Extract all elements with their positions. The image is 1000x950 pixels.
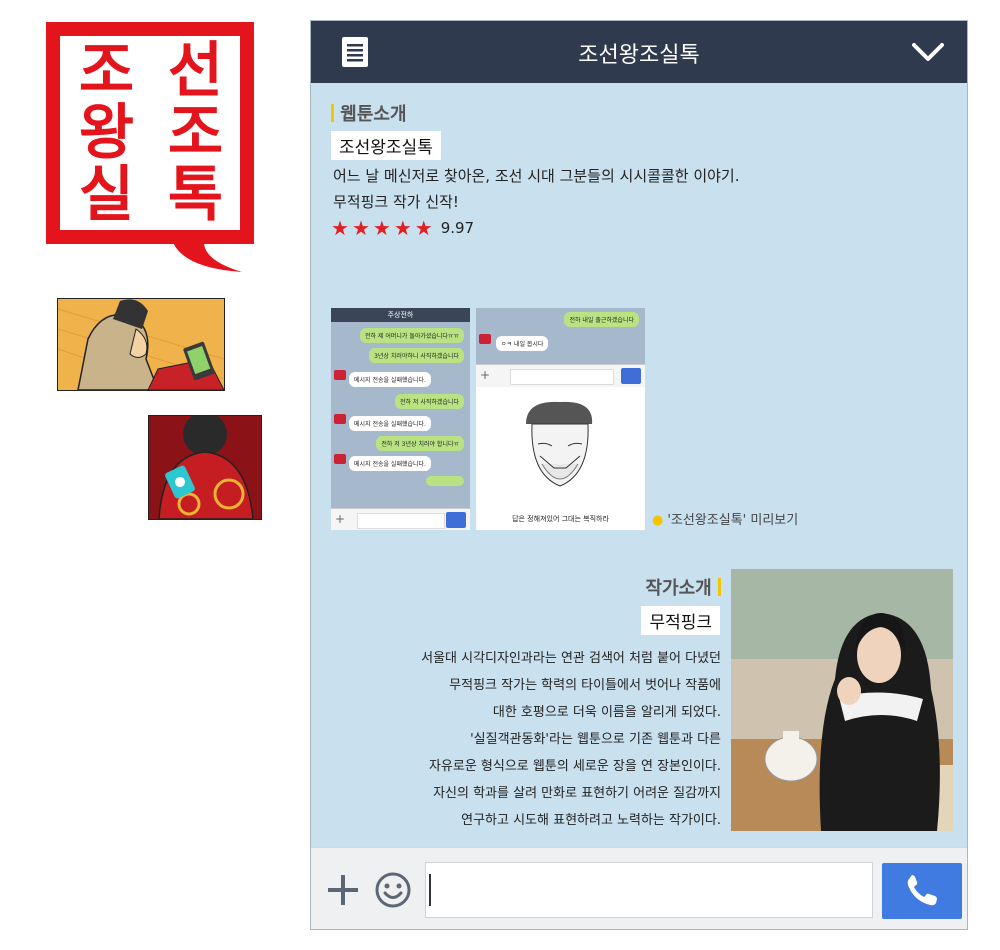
chat-bubble: 전하 저 사직하겠습니다	[394, 394, 464, 409]
chat-bubble: 메시지 전송을 실패했습니다.	[349, 372, 431, 387]
phone-icon	[907, 875, 937, 906]
comic-thumbnail-king-phone	[57, 298, 225, 391]
plus-icon: +	[335, 512, 346, 526]
logo-char: 조	[78, 36, 135, 106]
preview-input-bar: +	[331, 508, 470, 530]
chat-bubble: 메시지 전송을 실패했습니다.	[349, 456, 431, 471]
webtoon-description: 어느 날 메신저로 찾아온, 조선 시대 그분들의 시시콜콜한 이야기. 무적핑…	[333, 163, 739, 215]
description-line: 무적핑크 작가 신작!	[333, 193, 459, 211]
logo-char: 왕	[78, 98, 135, 168]
emoji-button[interactable]	[375, 872, 411, 908]
preview-header: 주상전하	[331, 308, 470, 322]
message-input-bar	[311, 847, 967, 929]
message-input[interactable]	[425, 862, 873, 918]
attach-button[interactable]	[325, 872, 361, 908]
accent-bar	[331, 104, 334, 122]
chat-bubble-empty	[426, 476, 464, 486]
webtoon-name-chip: 조선왕조실톡	[331, 131, 441, 160]
avatar	[334, 454, 346, 464]
star-icon: ★	[372, 216, 391, 240]
logo-char: 조	[167, 98, 224, 168]
chat-bubble: 3년상 치러야하니 사직하겠습니다	[369, 348, 464, 363]
chat-bubble: 메시지 전송을 실패했습니다.	[349, 416, 431, 431]
star-icon: ★	[351, 216, 370, 240]
rating-score: 9.97	[440, 219, 475, 237]
star-icon: ★	[393, 216, 412, 240]
author-bio: 서울대 시각디자인과라는 연관 검색어 처럼 붙어 다녔던 무적핑크 작가는 학…	[371, 645, 721, 834]
preview-caption: ● '조선왕조실톡' 미리보기	[652, 509, 798, 528]
bio-line: 대한 호평으로 더욱 이름을 알리게 되었다.	[492, 705, 721, 720]
chat-panel: 조선왕조실톡 웹툰소개 조선왕조실톡 어느 날 메신저로 찾아온, 조선 시대 …	[310, 20, 968, 930]
comic-illustration	[58, 299, 224, 390]
bio-line: 자유로운 형식으로 웹툰의 세로운 장을 연 장본인이다.	[428, 759, 721, 774]
star-icon: ★	[331, 216, 349, 240]
logo-stamp: 조 선 왕 조 실 톡	[46, 22, 254, 274]
bio-line: '실질객관동화'라는 웹툰으로 기존 웹툰과 다른	[470, 732, 721, 747]
preview-input-field	[510, 369, 614, 385]
bio-line: 서울대 시각디자인과라는 연관 검색어 처럼 붙어 다녔던	[421, 651, 721, 666]
smiley-icon	[375, 872, 411, 908]
collapse-button[interactable]	[911, 37, 945, 67]
chat-bubble: 전하 내일 출근하겠습니다	[564, 312, 639, 327]
author-photo	[731, 569, 953, 831]
bio-line: 자신의 학과를 살려 만화로 표현하기 어려운 질감까지	[433, 786, 721, 801]
call-button[interactable]	[882, 863, 962, 919]
avatar	[334, 414, 346, 424]
author-section-label: 작가소개	[645, 578, 712, 599]
description-line: 어느 날 메신저로 찾아온, 조선 시대 그분들의 시시콜콜한 이야기.	[333, 167, 740, 185]
chat-bubble: 전하 저 3년상 치러야 합니다ㅠ	[376, 436, 464, 451]
star-icon: ★	[414, 216, 433, 240]
intro-section-label: 웹툰소개	[340, 104, 407, 125]
preview-bottom-caption: 답은 정해져있어 그대는 복직하라	[512, 515, 609, 523]
phone-icon	[446, 512, 466, 528]
phone-icon	[621, 368, 641, 384]
logo-char: 선	[167, 36, 224, 106]
author-portrait	[731, 569, 953, 831]
old-man-illustration	[526, 401, 593, 487]
plus-icon	[328, 875, 358, 905]
plus-icon: +	[480, 368, 491, 382]
preview-input-field	[357, 513, 445, 529]
chevron-down-icon	[912, 43, 944, 61]
author-name-chip: 무적핑크	[641, 606, 720, 635]
page-title: 조선왕조실톡	[578, 43, 700, 68]
top-bar: 조선왕조실톡	[311, 21, 967, 83]
comic-thumbnail-king-back	[148, 415, 262, 520]
bio-line: 무적핑크 작가는 학력의 타이틀에서 벗어나 작품에	[449, 678, 721, 693]
logo-speech-tail	[172, 240, 242, 272]
text-cursor	[429, 874, 431, 906]
logo-title-grid: 조 선 왕 조 실 톡	[62, 40, 240, 226]
avatar	[334, 370, 346, 380]
preview-screenshot-2[interactable]: 전하 내일 출근하겠습니다 ㅇㅋ 내일 봅시다 + 답은 정해져있어 그대는 복…	[476, 308, 645, 530]
intro-section-title: 웹툰소개	[331, 100, 407, 126]
logo-char: 실	[78, 160, 135, 230]
comic-illustration	[149, 416, 261, 519]
bullet-icon: ●	[652, 513, 664, 528]
preview-caption-text: '조선왕조실톡' 미리보기	[667, 513, 799, 528]
chat-bubble: ㅇㅋ 내일 봅시다	[496, 336, 549, 351]
accent-bar	[718, 578, 721, 596]
rating: ★ ★ ★ ★ ★ 9.97	[331, 217, 474, 239]
chat-bubble: 전하 제 어머니가 돌아가셨습니다ㅠㅠ	[359, 328, 464, 343]
avatar	[479, 334, 491, 344]
preview-screenshot-1[interactable]: 주상전하 전하 제 어머니가 돌아가셨습니다ㅠㅠ 3년상 치러야하니 사직하겠습…	[331, 308, 470, 530]
author-section-title: 작가소개	[645, 574, 721, 600]
preview-input-bar: +	[476, 364, 645, 387]
bio-line: 연구하고 시도해 표현하려고 노력하는 작가이다.	[461, 813, 721, 828]
logo-char: 톡	[167, 160, 224, 230]
